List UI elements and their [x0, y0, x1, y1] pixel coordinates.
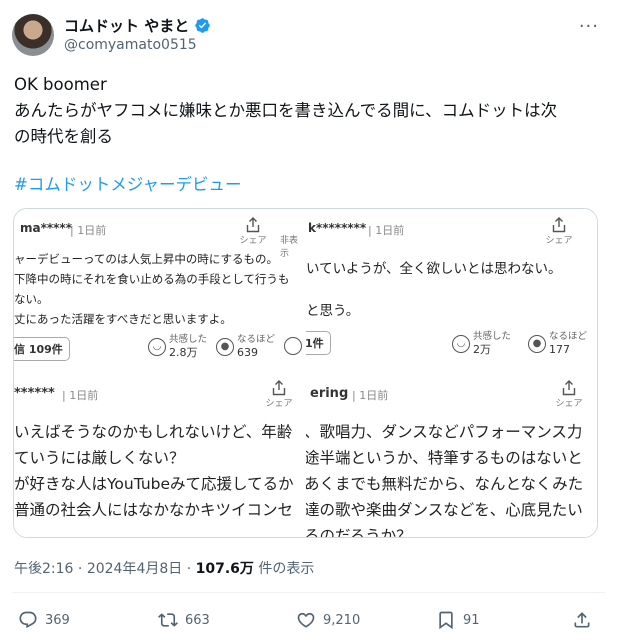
- avatar[interactable]: [12, 14, 54, 56]
- share-button: シェア: [542, 217, 576, 246]
- reply-button[interactable]: 369: [18, 610, 70, 630]
- tweet-line: の時代を創る: [14, 127, 113, 146]
- comment-panel-1: ma***** | 1日前 シェア 非表示 ャーデビューってのは人気上昇中の時に…: [14, 209, 306, 374]
- like-count: 9,210: [323, 612, 361, 628]
- tweet-header: コムドット やまと @comyamato0515 ···: [12, 12, 605, 58]
- tweet-text: OK boomer あんたらがヤフコメに嫌味とか悪口を書き込んでる間に、コムドッ…: [14, 72, 604, 150]
- reply-count: 369: [45, 612, 70, 628]
- tweet-line: OK boomer: [14, 75, 107, 94]
- comment-user: ering: [310, 386, 349, 401]
- handle[interactable]: @comyamato0515: [64, 37, 197, 53]
- reaction-insight: ● なるほど 177: [528, 331, 587, 356]
- smile-icon: ◡: [452, 334, 470, 353]
- comment-panel-2: k******** | 1日前 シェア いていようが、全く欲しいとは思わない。 …: [306, 209, 597, 374]
- comment-date: | 1日前: [352, 389, 389, 402]
- comment-line: 普通の社会人にはなかなかキツイコンセ: [14, 501, 294, 519]
- tweet-line: あんたらがヤフコメに嫌味とか悪口を書き込んでる間に、コムドットは次: [14, 101, 558, 120]
- share-label: シェア: [265, 399, 293, 409]
- bookmark-button[interactable]: 91: [436, 610, 480, 630]
- share-icon: [272, 380, 286, 396]
- share-tweet-button[interactable]: [572, 610, 592, 630]
- views-label: 件の表示: [253, 561, 315, 577]
- action-bar: 369 663 9,210 91: [0, 607, 617, 635]
- like-button[interactable]: 9,210: [296, 610, 360, 630]
- more-options-icon[interactable]: ···: [579, 16, 599, 37]
- comment-panel-4: ering | 1日前 シェア 、歌唱力、ダンスなどパフォーマンス力 途半端とい…: [304, 374, 597, 538]
- comment-line: いていようが、全く欲しいとは思わない。: [306, 261, 562, 277]
- share-button: シェア: [236, 217, 270, 246]
- comment-line: 丈にあった活躍をすべきだと思いますよ。: [14, 312, 232, 326]
- tweet-meta: 午後2:16 · 2024年4月8日 · 107.6万 件の表示: [14, 561, 315, 577]
- retweet-count: 663: [185, 612, 210, 628]
- comment-line: いえばそうなのかもしれないけど、年齢: [14, 423, 293, 441]
- reaction-insight: ● なるほど 639: [216, 334, 275, 359]
- comment-user: k********: [308, 221, 367, 235]
- comment-line: 下降中の時にそれを食い止める為の手段として行うも: [14, 272, 290, 286]
- bookmark-count: 91: [463, 612, 480, 628]
- comment-user: ma*****: [20, 221, 72, 235]
- comment-line: 達の歌や楽曲ダンスなどを、心底見たい: [304, 501, 583, 519]
- share-icon: [562, 380, 576, 396]
- hide-label: 非表示: [280, 236, 299, 259]
- share-label: シェア: [545, 236, 573, 246]
- share-icon: [552, 217, 566, 233]
- comment-line: ャーデビューってのは人気上昇中の時にするもの。: [14, 252, 279, 266]
- comment-user: ******: [14, 386, 55, 401]
- comment-line: 、歌唱力、ダンスなどパフォーマンス力: [304, 423, 583, 441]
- view-count: 107.6万: [195, 561, 254, 577]
- comment-line: が好きな人はYouTubeみて応援してるか: [14, 475, 294, 493]
- comment-line: と思う。: [306, 303, 360, 319]
- retweet-button[interactable]: 663: [158, 610, 210, 630]
- display-name[interactable]: コムドット やまと: [64, 15, 189, 36]
- retweet-icon: [158, 613, 178, 627]
- surprised-icon: ●: [216, 337, 234, 356]
- name-row: コムドット やまと: [64, 15, 211, 36]
- share-icon: [574, 612, 590, 628]
- comment-line: ていうには厳しくない？: [14, 449, 185, 467]
- comment-line: 途半端というか、特筆するものはないと: [304, 449, 583, 467]
- reaction-agree: ◡ 共感した 2万: [452, 331, 511, 356]
- heart-icon: [297, 612, 315, 628]
- comment-panel-3: ****** | 1日前 シェア いえばそうなのかもしれないけど、年齢 ていうに…: [14, 374, 306, 537]
- attached-image[interactable]: ering | 1日前 シェア 、歌唱力、ダンスなどパフォーマンス力 途半端とい…: [13, 208, 598, 538]
- tweet-time[interactable]: 午後2:16: [14, 561, 73, 577]
- reply-icon: [19, 611, 37, 629]
- share-button: シェア: [262, 380, 296, 409]
- comment-date: | 1日前: [70, 224, 107, 237]
- smile-icon: ◡: [148, 337, 166, 356]
- comment-line: るのだろうか？: [304, 527, 412, 538]
- comment-line: ない。: [14, 292, 49, 306]
- thinking-icon: [284, 337, 302, 355]
- share-button: シェア: [552, 380, 586, 409]
- comment-line: あくまでも無料だから、なんとなくみた: [304, 475, 584, 493]
- reaction-agree: ◡ 共感した 2.8万: [148, 334, 207, 359]
- share-label: シェア: [239, 236, 267, 246]
- comment-date: | 1日前: [62, 389, 99, 402]
- verified-badge-icon: [195, 18, 210, 33]
- reply-count-button: 返信 109件: [14, 337, 70, 361]
- comment-date: | 1日前: [368, 224, 405, 237]
- divider: [12, 592, 605, 593]
- hashtag-link[interactable]: #コムドットメジャーデビュー: [14, 171, 242, 195]
- surprised-icon: ●: [528, 334, 546, 353]
- bookmark-icon: [439, 611, 453, 630]
- reply-count-button: 1件: [306, 331, 331, 355]
- share-icon: [246, 217, 260, 233]
- share-label: シェア: [555, 399, 583, 409]
- tweet-date[interactable]: 2024年4月8日: [87, 561, 182, 577]
